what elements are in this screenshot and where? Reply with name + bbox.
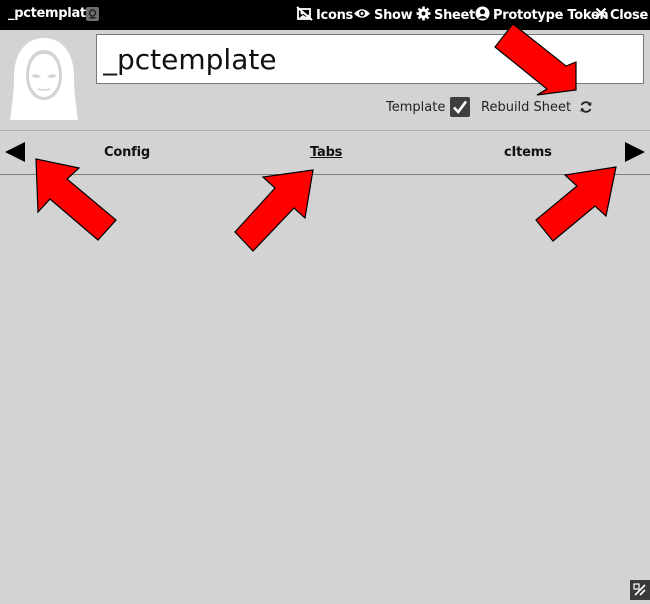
close-icon xyxy=(595,7,607,23)
window-titlebar: _pctemplate Icons Show Sheet Prototype T… xyxy=(0,0,650,30)
eye-icon xyxy=(353,7,371,24)
refresh-icon[interactable] xyxy=(579,99,593,118)
window-title: _pctemplate xyxy=(8,6,95,21)
annotation-arrow-tabs xyxy=(234,169,314,252)
sheet-button[interactable]: Sheet xyxy=(416,5,475,25)
triangle-right-icon xyxy=(625,142,645,162)
icons-button[interactable]: Icons xyxy=(296,5,353,25)
template-label: Template xyxy=(386,100,446,115)
triangle-left-icon xyxy=(5,142,25,162)
template-checkbox[interactable] xyxy=(450,97,470,117)
resize-handle[interactable] xyxy=(630,580,650,600)
resize-icon xyxy=(633,583,646,596)
sheet-name-input[interactable] xyxy=(96,34,644,84)
icons-button-label: Icons xyxy=(316,7,353,23)
tab-config[interactable]: Config xyxy=(104,145,150,160)
sheet-button-label: Sheet xyxy=(434,7,475,23)
show-button[interactable]: Show xyxy=(353,5,413,25)
avatar[interactable] xyxy=(10,36,78,120)
close-button-label: Close xyxy=(610,7,648,23)
annotation-arrows xyxy=(35,23,617,252)
show-button-label: Show xyxy=(374,7,413,23)
prototype-token-button-label: Prototype Token xyxy=(493,7,609,23)
tab-citems[interactable]: cItems xyxy=(504,145,552,160)
tab-scroll-left-button[interactable] xyxy=(4,142,26,166)
checkmark-icon xyxy=(453,100,468,115)
actor-sheet-icon[interactable] xyxy=(86,7,99,21)
user-circle-icon xyxy=(475,6,490,25)
header-divider xyxy=(0,130,650,131)
tab-tabs[interactable]: Tabs xyxy=(310,145,342,160)
close-button[interactable]: Close xyxy=(595,5,648,25)
image-slash-icon xyxy=(296,5,313,25)
tab-scroll-right-button[interactable] xyxy=(624,142,646,166)
tabs-divider xyxy=(0,174,650,175)
rebuild-sheet-label: Rebuild Sheet xyxy=(481,100,572,115)
prototype-token-button[interactable]: Prototype Token xyxy=(475,5,609,25)
annotation-arrow-left xyxy=(35,158,117,241)
gear-icon xyxy=(416,6,431,25)
annotation-arrow-right xyxy=(535,166,617,242)
